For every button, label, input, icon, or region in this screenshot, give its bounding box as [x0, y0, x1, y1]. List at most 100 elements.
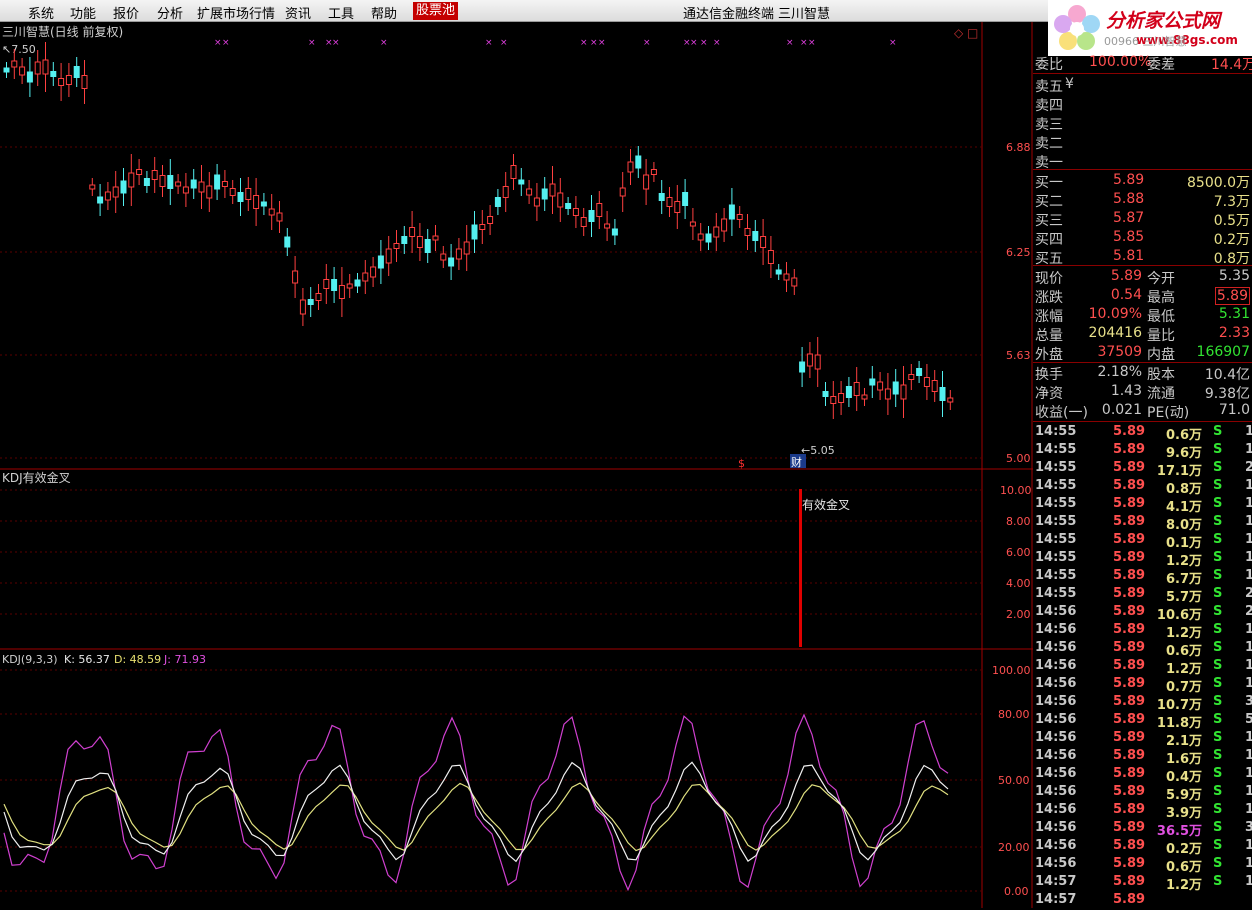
signal-panel-title: KDJ有效金叉	[2, 470, 71, 485]
kdj-d-value: D: 48.59	[114, 653, 161, 666]
candle-body	[268, 208, 275, 216]
price-level-4: 5.00	[1006, 452, 1031, 465]
candle-body	[112, 186, 119, 198]
stat-row-5: 外盘 37509 内盘 166907	[1035, 344, 1250, 363]
event-x-mark: ×	[700, 38, 708, 48]
candle-body	[409, 227, 416, 237]
candle-body	[354, 279, 361, 287]
candle-body	[611, 228, 618, 236]
event-x-mark: ×	[308, 38, 316, 48]
event-x-mark: ×	[889, 38, 897, 48]
candle-body	[81, 75, 88, 89]
menu-quote[interactable]: 报价	[113, 3, 139, 22]
buy-row-3: 买三 5.87 0.5万	[1035, 210, 1250, 229]
window-control-icon[interactable]: ◇ □	[954, 26, 978, 40]
sell-row-2: 卖二	[1035, 136, 1063, 152]
finance-badge[interactable]: 财	[791, 455, 802, 469]
tick-row: 14:56 5.89 11.8万 S 5	[1035, 712, 1252, 731]
sell-row-3: 卖三	[1035, 117, 1063, 133]
dividend-badge[interactable]: $	[738, 457, 745, 470]
candle-body	[869, 378, 876, 386]
menu-info[interactable]: 资讯	[285, 3, 311, 22]
candle-body	[830, 396, 837, 404]
candle-body	[292, 270, 299, 284]
menu-tools[interactable]: 工具	[328, 3, 354, 22]
menu-analysis[interactable]: 分析	[157, 3, 183, 22]
menu-system[interactable]: 系统	[28, 3, 54, 22]
candle-body	[97, 196, 104, 204]
candle-body	[619, 187, 626, 197]
candle-body	[861, 394, 868, 400]
candle-body	[713, 226, 720, 238]
candle-body	[947, 397, 954, 403]
quote-panel: 委比 100.00% 委差 14.4万 卖五 ¥ 卖四 卖三 卖二 卖一 买一 5.89 850…	[1033, 54, 1252, 908]
candle-body	[346, 283, 353, 289]
candle-body	[299, 299, 306, 315]
kdj-k-value: K: 56.37	[64, 653, 110, 666]
candle-body	[19, 66, 26, 76]
candle-body	[510, 165, 517, 179]
high-marker: ↖7.50	[2, 43, 36, 56]
stock-name-title: 三川智慧	[778, 7, 831, 22]
tick-row: 14:55 5.89 0.8万 S 1	[1035, 478, 1252, 497]
signal-level-2: 8.00	[1006, 515, 1031, 528]
tick-row: 14:56 5.89 10.7万 S 3	[1035, 694, 1252, 713]
candle-body	[362, 272, 369, 282]
price-level-1: 6.88	[1006, 141, 1031, 154]
buy-row-2: 买二 5.88 7.3万	[1035, 191, 1250, 210]
candle-body	[370, 266, 377, 278]
flower-logo-icon	[1054, 5, 1100, 50]
sell-row-1: 卖一	[1035, 155, 1063, 171]
candle-body	[50, 71, 57, 77]
candle-body	[877, 381, 884, 391]
candle-body	[455, 248, 462, 260]
candle-body	[167, 175, 174, 189]
candle-body	[128, 172, 135, 188]
tick-row: 14:57 5.89	[1035, 892, 1146, 907]
candle-body	[11, 60, 18, 68]
candle-body	[604, 223, 611, 229]
candle-body	[822, 391, 829, 397]
candle-body	[721, 218, 728, 232]
candle-body	[923, 377, 930, 387]
candle-body	[198, 181, 205, 193]
menu-stock-pool[interactable]: 股票池	[413, 2, 459, 20]
signal-axis: 10.00 8.00 6.00 4.00 2.00	[1000, 484, 1032, 621]
signal-level-1: 10.00	[1000, 484, 1032, 497]
candle-body	[916, 368, 923, 376]
candle-body	[596, 203, 603, 217]
candle-body	[120, 180, 127, 194]
candle-body	[331, 279, 338, 291]
candle-body	[557, 192, 564, 208]
candle-body	[744, 228, 751, 236]
candle-body	[884, 388, 891, 400]
golden-cross-label: 有效金叉	[802, 497, 850, 512]
chart-area[interactable]: 6.88 6.25 5.63 5.00 10.00 8.00 6.00 4.00…	[0, 22, 1033, 908]
price-level-3: 5.63	[1006, 349, 1031, 362]
site-logo[interactable]: 分析家公式网 www.88gs.com 00966 三川智慧	[1048, 0, 1252, 56]
candle-body	[221, 181, 228, 187]
menu-extended-market[interactable]: 扩展市场行情	[197, 3, 275, 22]
event-x-mark: ×	[222, 38, 230, 48]
tick-row: 14:55 5.89 1.2万 S 1	[1035, 550, 1252, 569]
tick-row: 14:56 5.89 1.2万 S 1	[1035, 622, 1252, 641]
tick-row: 14:56 5.89 36.5万 S 3	[1035, 820, 1252, 839]
menu-help[interactable]: 帮助	[371, 3, 397, 22]
menu-function[interactable]: 功能	[70, 3, 96, 22]
candle-body	[253, 195, 260, 209]
event-x-mark: ×	[580, 38, 588, 48]
tick-row: 14:56 5.89 3.9万 S 1	[1035, 802, 1252, 821]
candle-body	[806, 353, 813, 367]
candle-body	[432, 235, 439, 241]
candle-body	[182, 186, 189, 194]
event-x-mark: ×	[808, 38, 816, 48]
tick-row: 14:55 5.89 5.7万 S 2	[1035, 586, 1252, 605]
signal-level-5: 2.00	[1006, 608, 1031, 621]
candle-body	[448, 257, 455, 267]
candle-body	[565, 203, 572, 209]
candle-body	[307, 299, 314, 305]
candle-body	[104, 191, 111, 201]
sell-row-5: 卖五 ¥	[1035, 76, 1074, 95]
event-markers: × × × × × × × × × × × × × × × × × × × ×	[214, 38, 897, 48]
kdj-axis: 100.00 80.00 50.00 20.00 0.00	[992, 664, 1031, 898]
